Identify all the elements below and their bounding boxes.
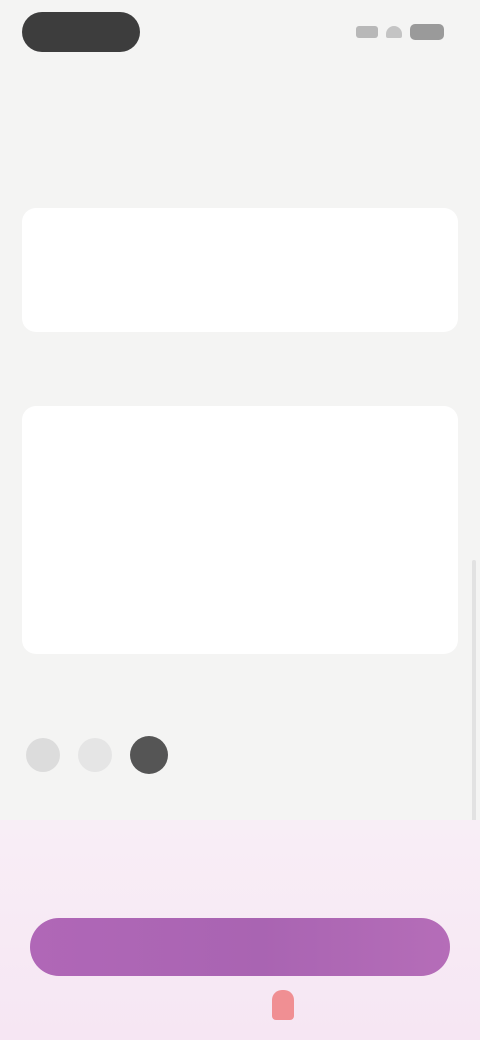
back-button[interactable] bbox=[36, 76, 106, 102]
system-mode-swatch[interactable] bbox=[78, 738, 112, 772]
settings-row[interactable] bbox=[22, 270, 458, 332]
settings-row[interactable] bbox=[22, 208, 458, 270]
dynamic-island bbox=[22, 12, 140, 52]
battery-icon bbox=[410, 24, 444, 40]
wifi-icon bbox=[386, 26, 402, 38]
save-button[interactable] bbox=[30, 918, 450, 976]
light-mode-swatch[interactable] bbox=[26, 738, 60, 772]
status-bar bbox=[0, 0, 480, 64]
navigation-bar bbox=[0, 64, 480, 116]
settings-row[interactable] bbox=[22, 530, 458, 592]
scrollbar[interactable] bbox=[472, 560, 476, 860]
settings-card-1 bbox=[22, 208, 458, 332]
footer-note bbox=[40, 880, 400, 896]
signal-icon bbox=[356, 26, 378, 38]
settings-row[interactable] bbox=[22, 592, 458, 654]
settings-card-2 bbox=[22, 406, 458, 654]
settings-row[interactable] bbox=[22, 406, 458, 468]
settings-row[interactable] bbox=[22, 468, 458, 530]
home-indicator bbox=[272, 990, 294, 1020]
dark-mode-swatch[interactable] bbox=[130, 736, 168, 774]
status-icons bbox=[356, 22, 444, 42]
footer bbox=[0, 820, 480, 1040]
appearance-options bbox=[26, 736, 168, 774]
